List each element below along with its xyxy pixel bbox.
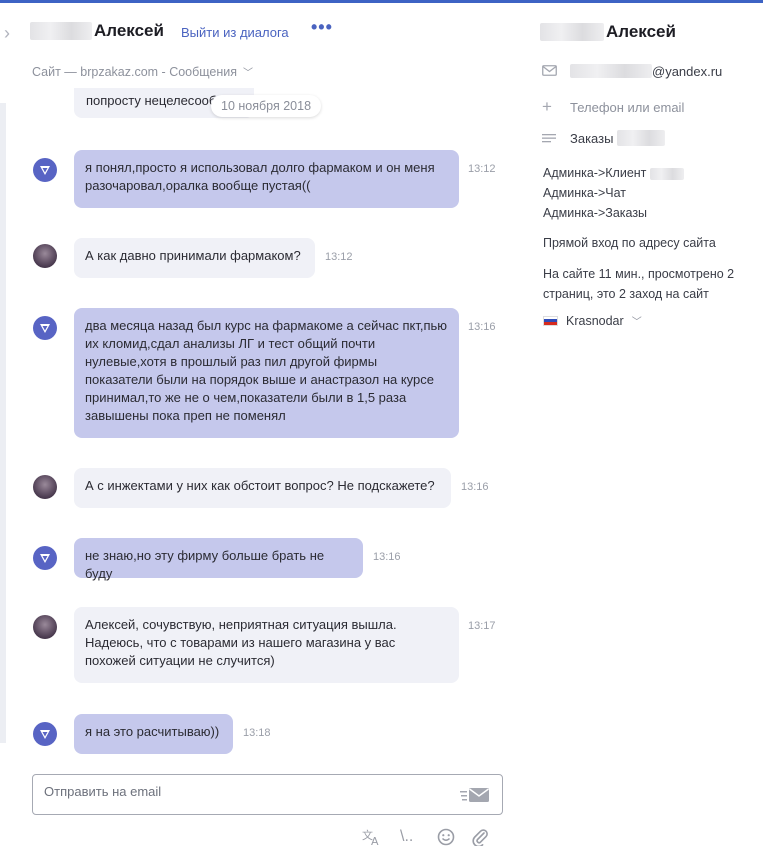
client-avatar-icon [33,722,57,746]
orders-row[interactable]: Заказы [542,130,666,146]
message-time: 13:16 [461,481,489,493]
mail-icon [542,63,558,79]
redacted-surname [30,22,92,40]
more-options-icon[interactable]: ••• [311,17,333,38]
client-avatar-icon [33,158,57,182]
paperclip-icon[interactable] [471,828,489,851]
message-bubble: я на это расчитываю)) [74,714,233,754]
chevron-down-icon: ﹀ [243,68,254,79]
date-separator: 10 ноября 2018 [211,95,322,117]
message-time: 13:18 [243,727,271,739]
email-domain: @yandex.ru [652,63,723,79]
plus-icon: + [542,97,552,116]
entry-source: Прямой вход по адресу сайта [543,236,716,250]
operator-avatar [33,615,57,639]
admin-orders-link[interactable]: Админка->Заказы [543,203,684,223]
contact-email-row[interactable]: @yandex.ru [542,63,722,79]
message-bubble: два месяца назад был курс на фармакоме а… [74,308,459,438]
operator-avatar [33,475,57,499]
message-bubble: А как давно принимали фармаком? [74,238,315,278]
contact-name: Алексей [540,22,676,42]
source-selector[interactable]: Сайт — brpzakaz.com - Сообщения ﹀ [32,64,254,80]
visit-info: На сайте 11 мин., просмотрено 2 страниц,… [543,267,735,301]
message-bubble: не знаю,но эту фирму больше брать не буд… [74,538,363,581]
list-icon [542,130,558,146]
message-time: 13:17 [468,620,496,632]
collapse-chevron-icon[interactable]: › [4,23,10,44]
chevron-down-icon: ﹀ [631,317,642,328]
orders-label: Заказы [570,130,614,146]
svg-text:A: A [371,835,379,846]
email-reply-input[interactable] [44,784,444,799]
emoji-icon[interactable] [437,828,455,851]
admin-client-link[interactable]: Админка->Клиент [543,163,684,183]
message-composer[interactable] [32,774,503,815]
snippets-button[interactable]: \.. [400,828,413,846]
operator-avatar [33,244,57,268]
message-bubble: А с инжектами у них как обстоит вопрос? … [74,468,451,508]
message-time: 13:12 [468,163,496,175]
chat-pane: › Алексей Выйти из диалога ••• Сайт — br… [0,3,522,857]
admin-links: Админка->Клиент Админка->Чат Админка->За… [543,163,684,223]
source-label: Сайт — brpzakaz.com - Сообщения [32,64,238,79]
client-avatar-icon [33,316,57,340]
message-bubble: Алексей, сочувствую, неприятная ситуация… [74,607,459,683]
message-bubble: я понял,просто я использовал долго фарма… [74,150,459,208]
city-name: Krasnodar [566,313,624,328]
russia-flag-icon [543,315,558,326]
message-list[interactable]: попросту нецелесооб 10 ноября 2018 я пон… [0,88,522,768]
redacted-email [570,64,652,78]
client-avatar-icon [33,546,57,570]
exit-dialog-link[interactable]: Выйти из диалога [181,25,289,40]
redacted-orders [617,130,666,146]
message-time: 13:16 [373,551,401,563]
message-time: 13:16 [468,321,496,333]
add-contact-row[interactable]: + Телефон или email [542,97,684,117]
chat-contact-name: Алексей [30,21,164,41]
translate-icon[interactable]: 文A [362,828,382,851]
redacted-surname [540,23,604,41]
admin-chat-link[interactable]: Админка->Чат [543,183,684,203]
send-email-icon[interactable] [460,786,490,804]
location-selector[interactable]: Krasnodar ﹀ [543,313,642,328]
message-time: 13:12 [325,251,353,263]
add-contact-placeholder: Телефон или email [570,99,685,115]
contact-info-pane: Алексей @yandex.ru + Телефон или email З… [522,3,763,857]
